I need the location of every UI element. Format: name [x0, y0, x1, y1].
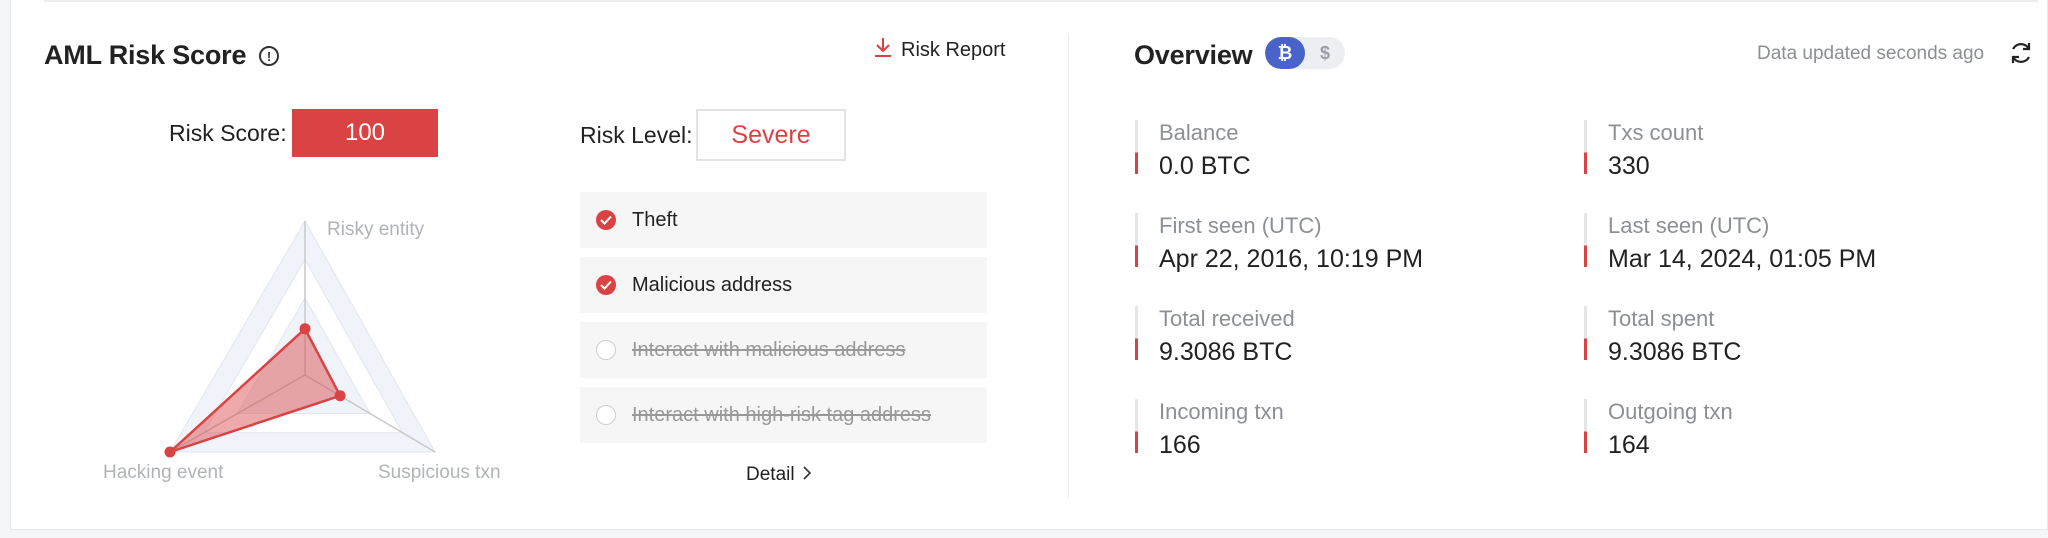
risk-score-value: 100	[292, 109, 438, 157]
radar-data-point	[334, 390, 346, 402]
stat-label: Txs count	[1608, 120, 1704, 145]
risk-level-label: Risk Level:	[580, 122, 693, 148]
stat-bar	[1584, 399, 1587, 453]
top-divider	[44, 0, 2038, 2]
stat-bar	[1135, 399, 1138, 453]
aml-title: AML Risk Score	[44, 40, 247, 70]
stat-label: Total received	[1159, 306, 1295, 331]
stat-label: Balance	[1159, 120, 1239, 145]
data-updated-text: Data updated seconds ago	[1757, 43, 1985, 64]
stat-txs-count: Txs count 330	[1584, 120, 2004, 186]
empty-circle-icon	[596, 405, 616, 425]
risk-item-label: Theft	[632, 208, 678, 231]
stat-label: Total spent	[1608, 306, 1715, 331]
section-divider	[1068, 34, 1069, 498]
stat-bar	[1135, 213, 1138, 267]
stat-value: 9.3086 BTC	[1608, 338, 1742, 366]
stat-label: Outgoing txn	[1608, 399, 1733, 424]
stat-last-seen: Last seen (UTC) Mar 14, 2024, 01:05 PM	[1584, 213, 2004, 279]
radar-axis-label: Hacking event	[103, 462, 224, 483]
dollar-icon[interactable]: $	[1305, 37, 1345, 69]
radar-data-point	[299, 323, 311, 335]
bitcoin-icon[interactable]: ₿	[1265, 37, 1305, 69]
stat-balance: Balance 0.0 BTC	[1135, 120, 1555, 186]
empty-circle-icon	[596, 340, 616, 360]
detail-link[interactable]: Detail	[746, 464, 811, 486]
stat-bar	[1135, 306, 1138, 360]
radar-axis-label: Risky entity	[327, 219, 425, 240]
risk-item-label: Malicious address	[632, 273, 793, 296]
risk-level-value: Severe	[696, 109, 846, 161]
risk-report-button[interactable]: Risk Report	[873, 36, 1005, 64]
stat-total-spent: Total spent 9.3086 BTC	[1584, 306, 2004, 372]
stat-value: Apr 22, 2016, 10:19 PM	[1159, 245, 1424, 273]
stat-value: 9.3086 BTC	[1159, 338, 1293, 366]
stat-total-received: Total received 9.3086 BTC	[1135, 306, 1555, 372]
download-icon	[873, 36, 893, 64]
currency-toggle[interactable]: ₿ $	[1265, 37, 1345, 69]
stat-value: Mar 14, 2024, 01:05 PM	[1608, 245, 1877, 273]
stat-label: Last seen (UTC)	[1608, 213, 1770, 238]
info-icon[interactable]: !	[259, 46, 279, 66]
chevron-right-icon	[803, 464, 811, 486]
risk-item: Interact with malicious address	[580, 322, 987, 378]
risk-item-label: Interact with high-risk tag address	[632, 403, 932, 426]
check-icon	[596, 210, 616, 230]
stat-value: 164	[1608, 431, 1650, 459]
stat-label: Incoming txn	[1159, 399, 1284, 424]
stat-value: 330	[1608, 152, 1650, 180]
overview-title: Overview	[1134, 40, 1253, 70]
radar-axis-label: Suspicious txn	[378, 462, 501, 483]
stat-value: 166	[1159, 431, 1201, 459]
stat-label: First seen (UTC)	[1159, 213, 1322, 238]
risk-report-label: Risk Report	[901, 38, 1006, 61]
stat-value: 0.0 BTC	[1159, 152, 1251, 180]
risk-item-label: Interact with malicious address	[632, 338, 906, 361]
refresh-icon[interactable]	[2008, 40, 2034, 71]
risk-score-label: Risk Score:	[169, 120, 287, 146]
risk-item: Interact with high-risk tag address	[580, 387, 987, 443]
stat-bar	[1584, 306, 1587, 360]
detail-label: Detail	[746, 464, 795, 485]
stat-outgoing-txn: Outgoing txn 164	[1584, 399, 2004, 465]
stat-incoming-txn: Incoming txn 166	[1135, 399, 1555, 465]
stat-bar	[1135, 120, 1138, 174]
stat-first-seen: First seen (UTC) Apr 22, 2016, 10:19 PM	[1135, 213, 1555, 279]
stat-bar	[1584, 213, 1587, 267]
check-icon	[596, 275, 616, 295]
stat-bar	[1584, 120, 1587, 174]
risk-item: Theft	[580, 192, 987, 248]
risk-item: Malicious address	[580, 257, 987, 313]
radar-chart	[164, 219, 436, 458]
radar-data-point	[164, 446, 176, 458]
